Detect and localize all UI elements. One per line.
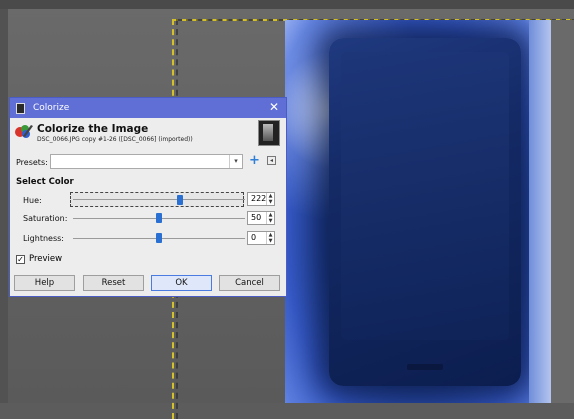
spin-arrows-icon[interactable]: ▲ ▼ [266,212,274,224]
canvas-left-edge [0,9,8,403]
checkbox-checked-icon[interactable]: ✓ [16,254,25,264]
saturation-value: 50 [251,213,262,222]
presets-label: Presets: [16,158,48,167]
close-icon[interactable]: ✕ [269,100,279,114]
reset-button[interactable]: Reset [83,275,144,291]
lightness-spinbox[interactable]: 0 ▲ ▼ [247,231,275,245]
preview-toggle[interactable]: ✓ Preview [16,254,62,264]
spin-arrows-icon[interactable]: ▲ ▼ [266,232,274,244]
app-icon [16,102,25,114]
colorize-icon [15,125,33,138]
photo-right-edge [529,20,551,403]
saturation-label: Saturation: [23,214,68,223]
colorize-dialog: Colorize ✕ Colorize the Image DSC_0066.J… [9,97,287,297]
lightness-label: Lightness: [23,234,64,243]
hue-slider-handle[interactable] [176,195,183,205]
preset-menu-icon[interactable]: ◂ [267,156,276,165]
preview-label: Preview [29,254,63,264]
canvas-top-edge [0,0,574,9]
phone-home-key [407,364,443,370]
spin-arrows-icon[interactable]: ▲ ▼ [266,193,274,205]
dialog-header: Colorize the Image DSC_0066.JPG copy #1-… [10,118,286,148]
add-preset-icon[interactable]: + [249,154,260,168]
hue-value: 222 [251,194,267,203]
hue-track[interactable] [73,199,245,200]
hue-spinbox[interactable]: 222 ▲ ▼ [247,192,275,206]
lightness-value: 0 [251,233,257,242]
dialog-titlebar[interactable]: Colorize ✕ [10,98,286,118]
photo-phone-colorized [285,20,551,403]
canvas-right-margin [551,20,574,403]
ok-button[interactable]: OK [151,275,212,291]
section-select-color: Select Color [16,177,74,187]
phone-shape [329,38,521,386]
hue-label: Hue: [23,196,42,205]
header-title: Colorize the Image [37,123,149,135]
chevron-down-icon[interactable]: ▾ [229,155,242,168]
image-thumbnail [258,120,280,146]
cancel-button[interactable]: Cancel [219,275,280,291]
header-subtitle: DSC_0066.JPG copy #1-26 ([DSC_0066] (imp… [37,136,193,143]
dialog-title: Colorize [33,103,70,113]
phone-screen [341,52,509,340]
saturation-spinbox[interactable]: 50 ▲ ▼ [247,211,275,225]
presets-combo[interactable]: ▾ [50,154,243,169]
saturation-slider-handle[interactable] [156,213,162,223]
help-button[interactable]: Help [14,275,75,291]
lightness-slider-handle[interactable] [156,233,162,243]
